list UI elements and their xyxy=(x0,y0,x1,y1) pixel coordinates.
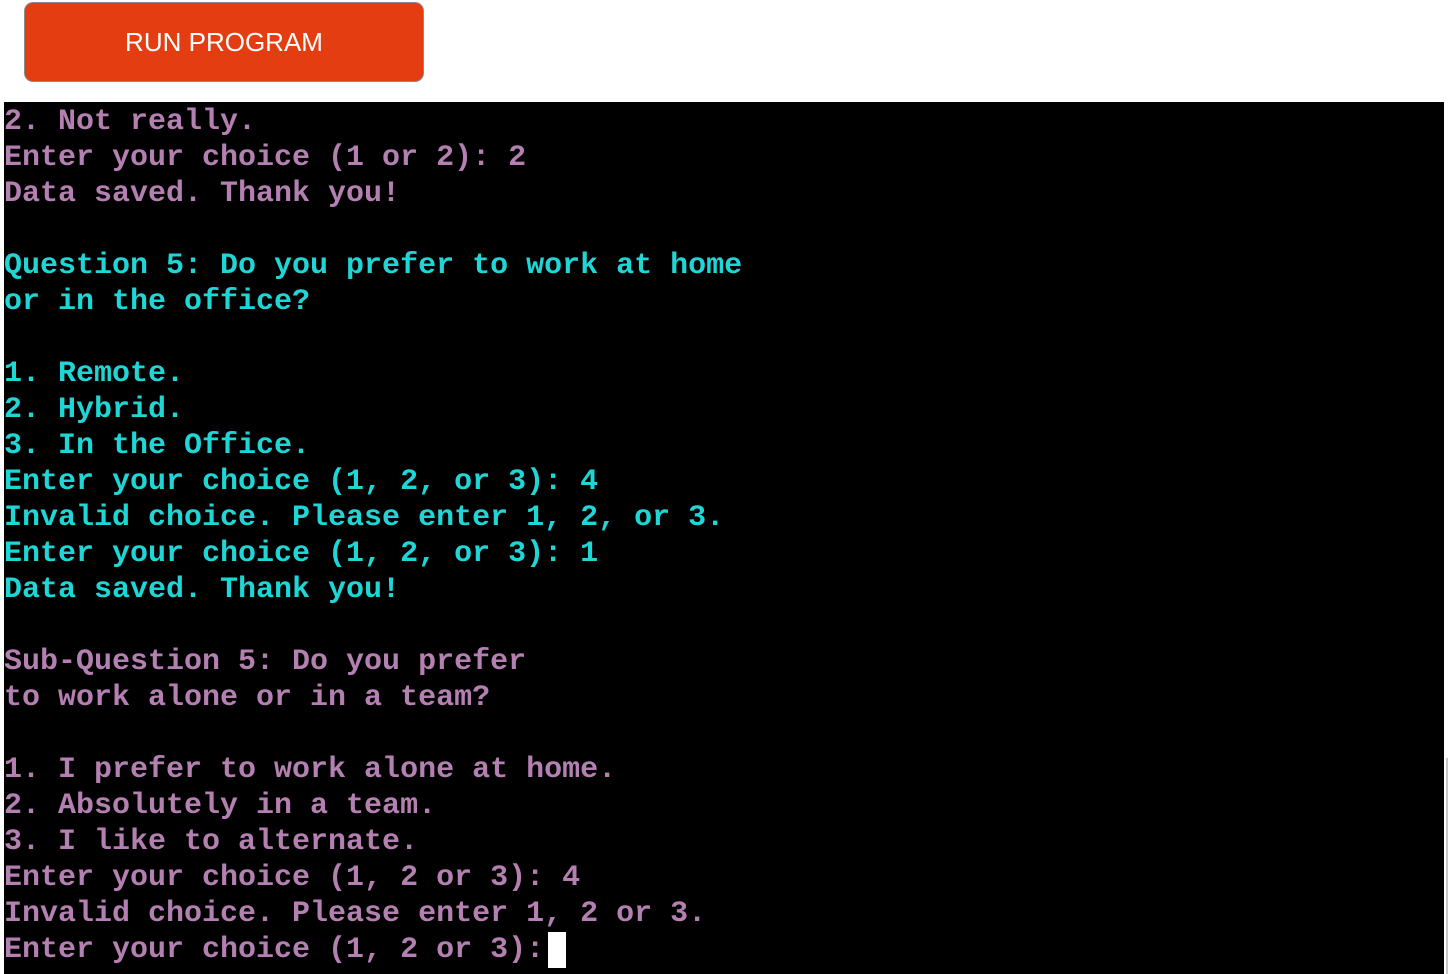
terminal-line: 2. Hybrid. xyxy=(4,393,185,427)
terminal-line: 1. Remote. xyxy=(4,357,185,391)
terminal-line: Enter your choice (1, 2, or 3): 1 xyxy=(4,537,599,571)
terminal-line: Invalid choice. Please enter 1, 2 or 3. xyxy=(4,897,707,931)
terminal-line: Invalid choice. Please enter 1, 2, or 3. xyxy=(4,501,725,535)
terminal-scrollbar[interactable] xyxy=(1444,102,1454,974)
terminal-cursor[interactable] xyxy=(548,932,567,968)
terminal-line: Data saved. Thank you! xyxy=(4,177,401,211)
terminal[interactable]: 2. Not really. Enter your choice (1 or 2)… xyxy=(4,102,1444,974)
top-bar: RUN PROGRAM xyxy=(0,0,1454,102)
terminal-line: 1. I prefer to work alone at home. xyxy=(4,753,617,787)
terminal-line: 2. Not really. xyxy=(4,105,257,139)
scrollbar-thumb[interactable] xyxy=(1446,758,1448,974)
terminal-line: to work alone or in a team? xyxy=(4,681,491,715)
terminal-line: or in the office? xyxy=(4,285,311,319)
terminal-line: Data saved. Thank you! xyxy=(4,573,401,607)
terminal-line: 3. In the Office. xyxy=(4,429,311,463)
terminal-line: Enter your choice (1, 2 or 3): 4 xyxy=(4,861,581,895)
terminal-line: Sub-Question 5: Do you prefer xyxy=(4,645,527,679)
terminal-line: Enter your choice (1, 2, or 3): 4 xyxy=(4,465,599,499)
terminal-output: 2. Not really. Enter your choice (1 or 2)… xyxy=(4,104,742,968)
terminal-line: 3. I like to alternate. xyxy=(4,825,419,859)
terminal-prompt: Enter your choice (1, 2 or 3): xyxy=(4,933,545,967)
terminal-line: Enter your choice (1 or 2): 2 xyxy=(4,141,527,175)
run-program-button[interactable]: RUN PROGRAM xyxy=(24,2,424,82)
terminal-line: 2. Absolutely in a team. xyxy=(4,789,437,823)
terminal-prompt-line: Enter your choice (1, 2 or 3): xyxy=(4,932,742,968)
terminal-line: Question 5: Do you prefer to work at hom… xyxy=(4,249,743,283)
